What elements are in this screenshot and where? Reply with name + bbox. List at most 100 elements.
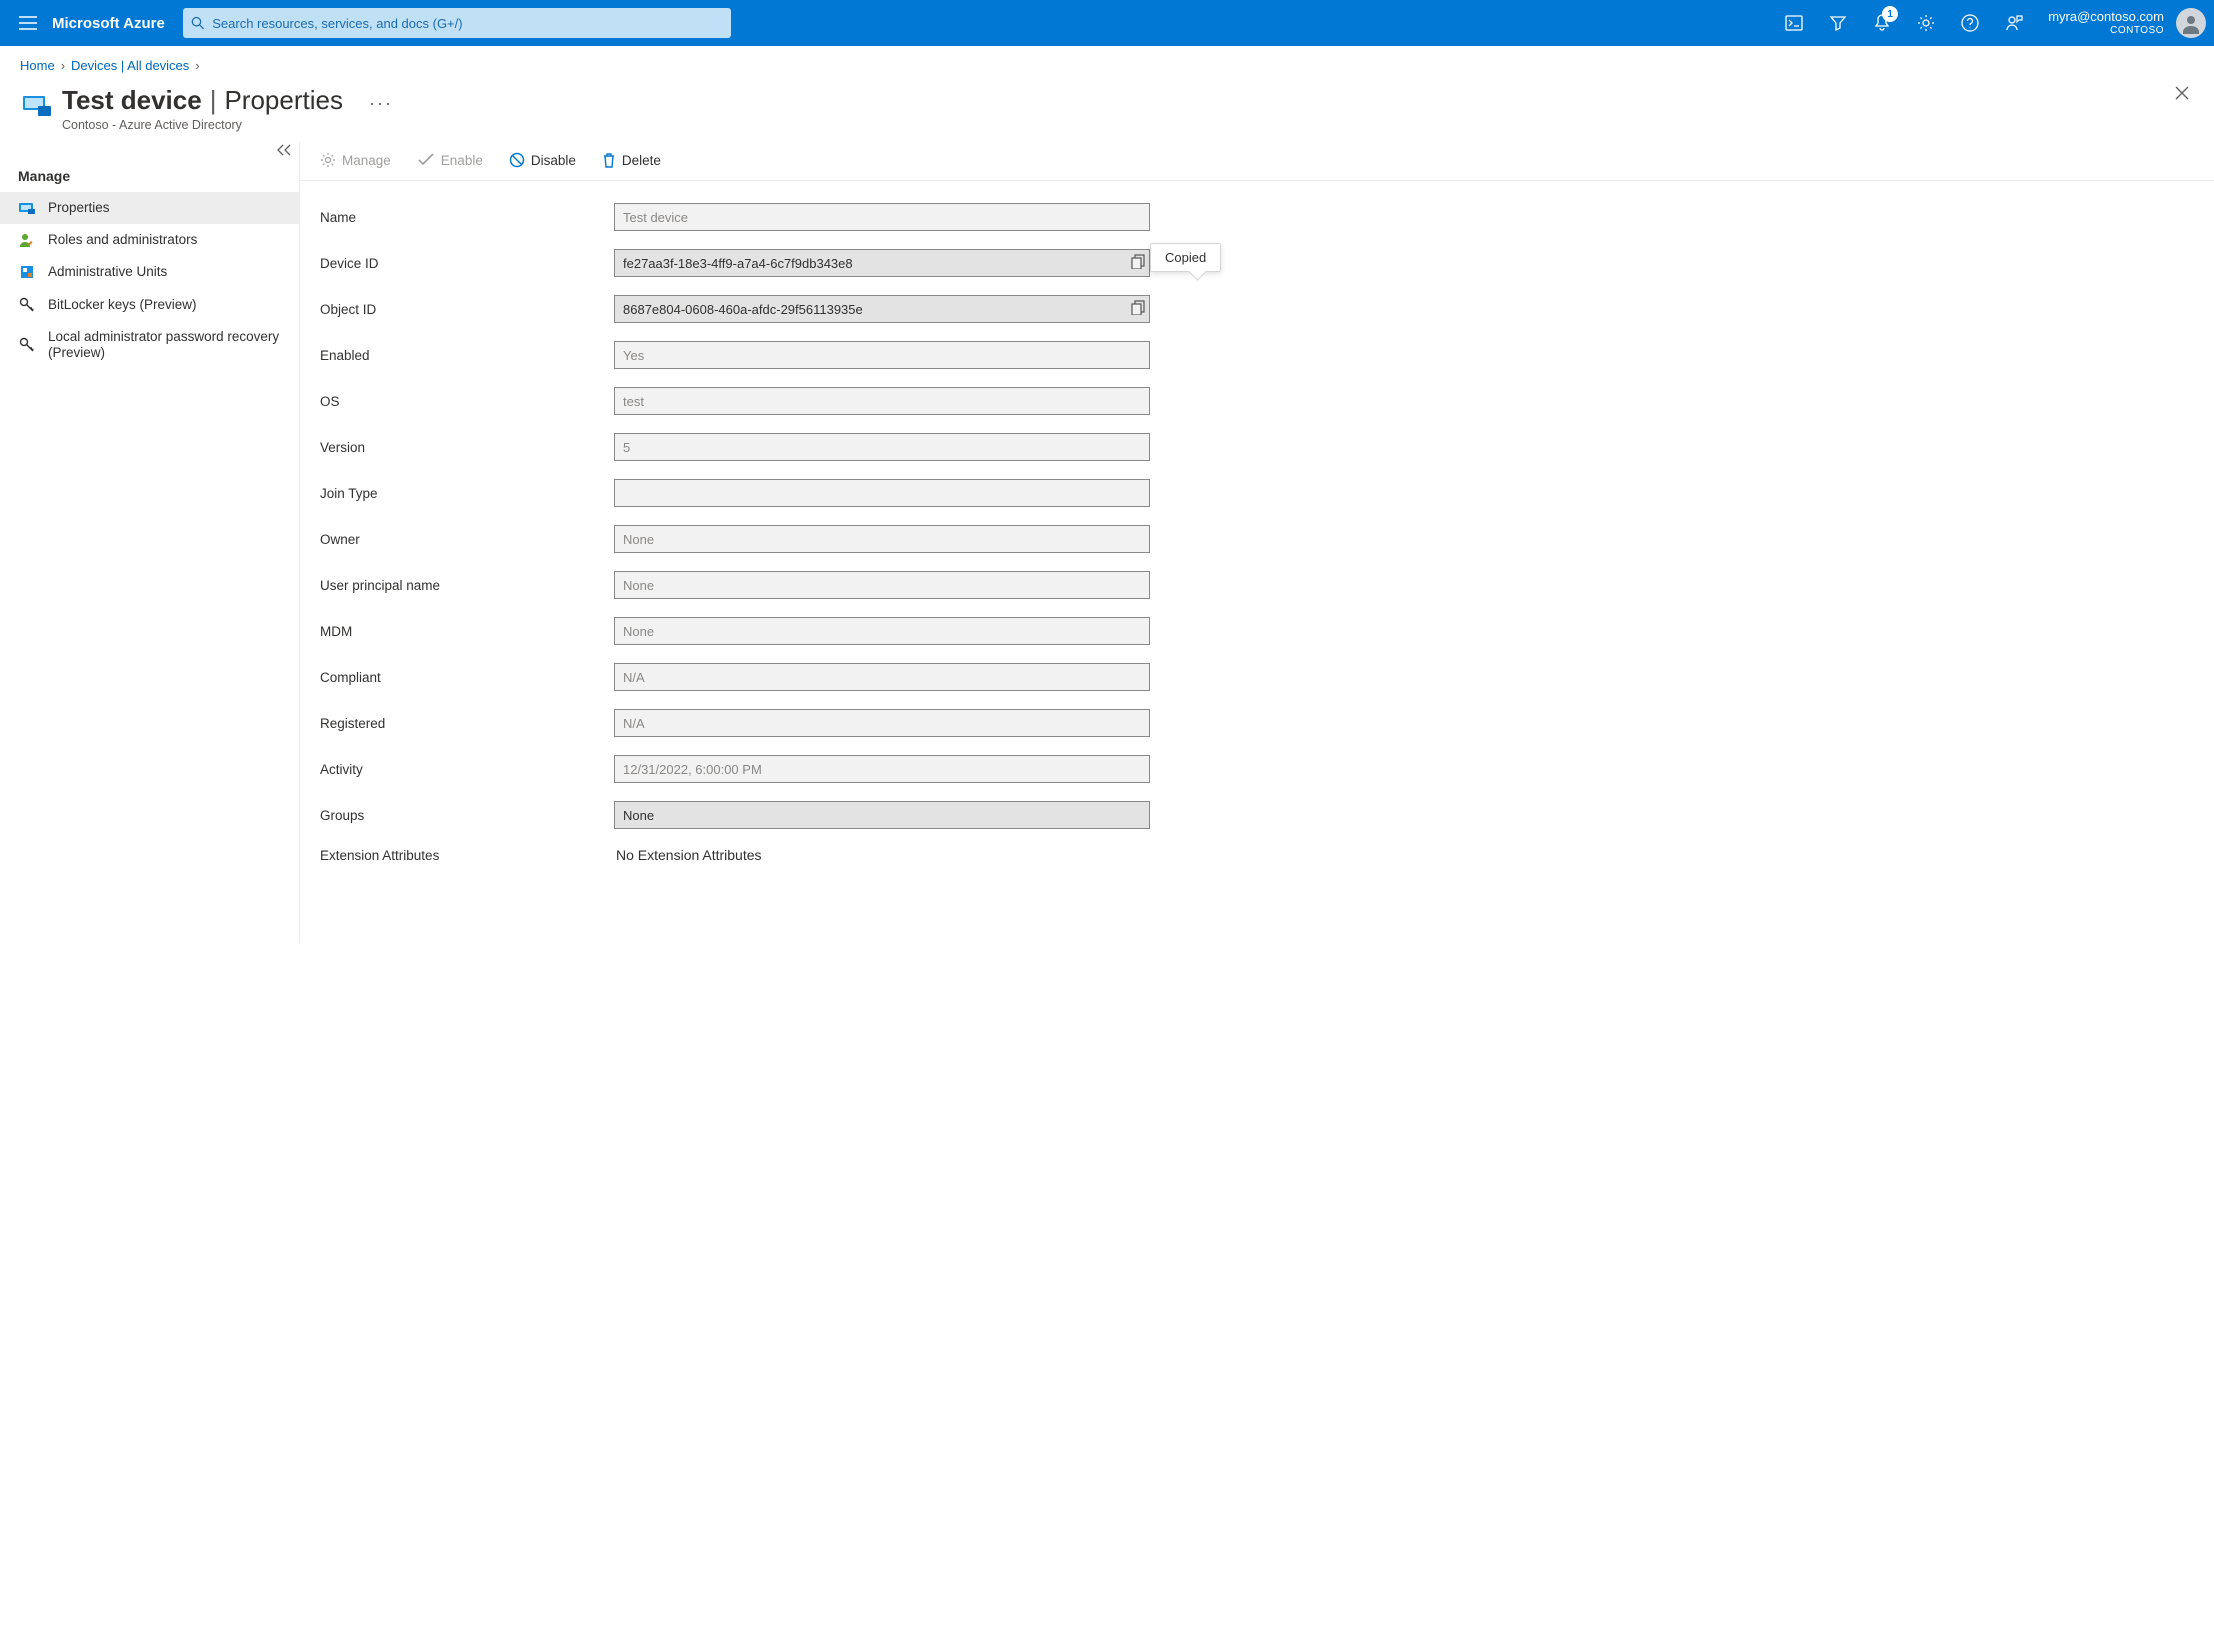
nav-label: Local administrator password recovery (P… [48, 329, 281, 361]
breadcrumb-home[interactable]: Home [20, 58, 55, 73]
nav-item-roles[interactable]: Roles and administrators [0, 224, 299, 256]
form-value: test [614, 387, 1150, 415]
nav-item-admin-units[interactable]: Administrative Units [0, 256, 299, 288]
copy-button[interactable] [1131, 300, 1145, 318]
chevron-double-left-icon [277, 144, 291, 156]
close-icon [2174, 85, 2190, 101]
copy-button[interactable] [1131, 254, 1145, 272]
form-label: User principal name [320, 578, 614, 593]
form-value-text: N/A [623, 716, 645, 731]
notifications-button[interactable]: 1 [1860, 0, 1904, 46]
form-row: Activity 12/31/2022, 6:00:00 PM [320, 755, 1480, 783]
form-value-text: None [623, 578, 654, 593]
ban-icon [509, 152, 525, 168]
form-label: Enabled [320, 348, 614, 363]
global-search[interactable] [183, 8, 731, 38]
account-info[interactable]: myra@contoso.com CONTOSO [2036, 9, 2170, 37]
button-label: Disable [531, 153, 576, 168]
cloud-shell-button[interactable] [1772, 0, 1816, 46]
form-row: Join Type [320, 479, 1480, 507]
form-label: MDM [320, 624, 614, 639]
form-value [614, 479, 1150, 507]
nav-item-local-admin-password[interactable]: Local administrator password recovery (P… [0, 321, 299, 369]
form-row: MDMNone [320, 617, 1480, 645]
properties-form: Name Test device Device ID fe27aa3f-18e3-4f… [300, 181, 1500, 903]
form-value-link[interactable]: None [614, 801, 1150, 829]
close-blade-button[interactable] [2174, 85, 2190, 104]
topbar: Microsoft Azure 1 myra@contoso.com CONTO… [0, 0, 2214, 46]
more-actions-button[interactable]: ··· [369, 93, 393, 114]
form-value-text: fe27aa3f-18e3-4ff9-a7a4-6c7f9db343e8 [623, 256, 853, 271]
copied-tooltip: Copied [1150, 243, 1221, 272]
enable-button: Enable [407, 149, 493, 172]
gear-icon [320, 152, 336, 168]
menu-toggle[interactable] [8, 16, 48, 30]
page-subheading: Contoso - Azure Active Directory [62, 118, 393, 132]
settings-button[interactable] [1904, 0, 1948, 46]
form-row: Object ID8687e804-0608-460a-afdc-29f5611… [320, 295, 1480, 323]
form-value-text: Yes [623, 348, 644, 363]
form-value-text: None [623, 808, 654, 823]
form-value: Test device [614, 203, 1150, 231]
properties-icon [18, 201, 36, 215]
form-value-text: 5 [623, 440, 630, 455]
feedback-button[interactable] [1992, 0, 2036, 46]
button-label: Enable [441, 153, 483, 168]
form-row: Compliant N/A [320, 663, 1480, 691]
breadcrumb-devices[interactable]: Devices | All devices [71, 58, 189, 73]
form-value-text: 12/31/2022, 6:00:00 PM [623, 762, 762, 777]
help-button[interactable] [1948, 0, 1992, 46]
title-separator: | [210, 85, 217, 116]
search-icon [191, 16, 204, 30]
form-label: OS [320, 394, 614, 409]
chevron-right-icon: › [195, 58, 199, 73]
filter-icon [1829, 15, 1847, 31]
form-value: N/A [614, 709, 1150, 737]
brand-label[interactable]: Microsoft Azure [52, 15, 165, 32]
directories-button[interactable] [1816, 0, 1860, 46]
nav-item-bitlocker[interactable]: BitLocker keys (Preview) [0, 289, 299, 321]
delete-button[interactable]: Delete [592, 148, 671, 172]
form-row: Version5 [320, 433, 1480, 461]
key-icon [18, 337, 36, 353]
command-bar: Manage Enable Disable Delete [300, 142, 2214, 181]
form-row: Device ID fe27aa3f-18e3-4ff9-a7a4-6c7f9db… [320, 249, 1480, 277]
disable-button[interactable]: Disable [499, 148, 586, 172]
admin-units-icon [18, 264, 36, 280]
key-icon [18, 297, 36, 313]
form-value: None [614, 571, 1150, 599]
breadcrumb: Home › Devices | All devices › [0, 46, 2214, 79]
nav-item-properties[interactable]: Properties [0, 192, 299, 224]
chevron-right-icon: › [61, 58, 65, 73]
form-value: None [614, 525, 1150, 553]
person-feedback-icon [2005, 14, 2023, 32]
search-input[interactable] [212, 16, 723, 31]
form-label: Device ID [320, 256, 614, 271]
collapse-nav-button[interactable] [277, 144, 291, 159]
manage-button: Manage [310, 148, 401, 172]
help-icon [1961, 14, 1979, 32]
form-value-plain: No Extension Attributes [614, 847, 762, 863]
button-label: Delete [622, 153, 661, 168]
page-title: Test device [62, 85, 202, 116]
form-label: Compliant [320, 670, 614, 685]
form-value: 8687e804-0608-460a-afdc-29f56113935e [614, 295, 1150, 323]
topbar-icons: 1 [1772, 0, 2036, 46]
form-value-text: 8687e804-0608-460a-afdc-29f56113935e [623, 302, 863, 317]
form-label: Owner [320, 532, 614, 547]
form-value-text: Test device [623, 210, 688, 225]
avatar[interactable] [2176, 8, 2206, 38]
nav-label: BitLocker keys (Preview) [48, 297, 281, 313]
gear-icon [1917, 14, 1935, 32]
nav-label: Roles and administrators [48, 232, 281, 248]
form-label: Name [320, 210, 614, 225]
page-header: Test device | Properties ··· Contoso - A… [0, 79, 2214, 142]
form-label: Groups [320, 808, 614, 823]
form-label: Join Type [320, 486, 614, 501]
terminal-icon [1785, 15, 1803, 31]
form-label: Activity [320, 762, 614, 777]
page-subtitle: Properties [224, 85, 343, 116]
form-value-text: N/A [623, 670, 645, 685]
main-content: Manage Enable Disable Delete Name Test de… [300, 142, 2214, 943]
form-value: 5 [614, 433, 1150, 461]
